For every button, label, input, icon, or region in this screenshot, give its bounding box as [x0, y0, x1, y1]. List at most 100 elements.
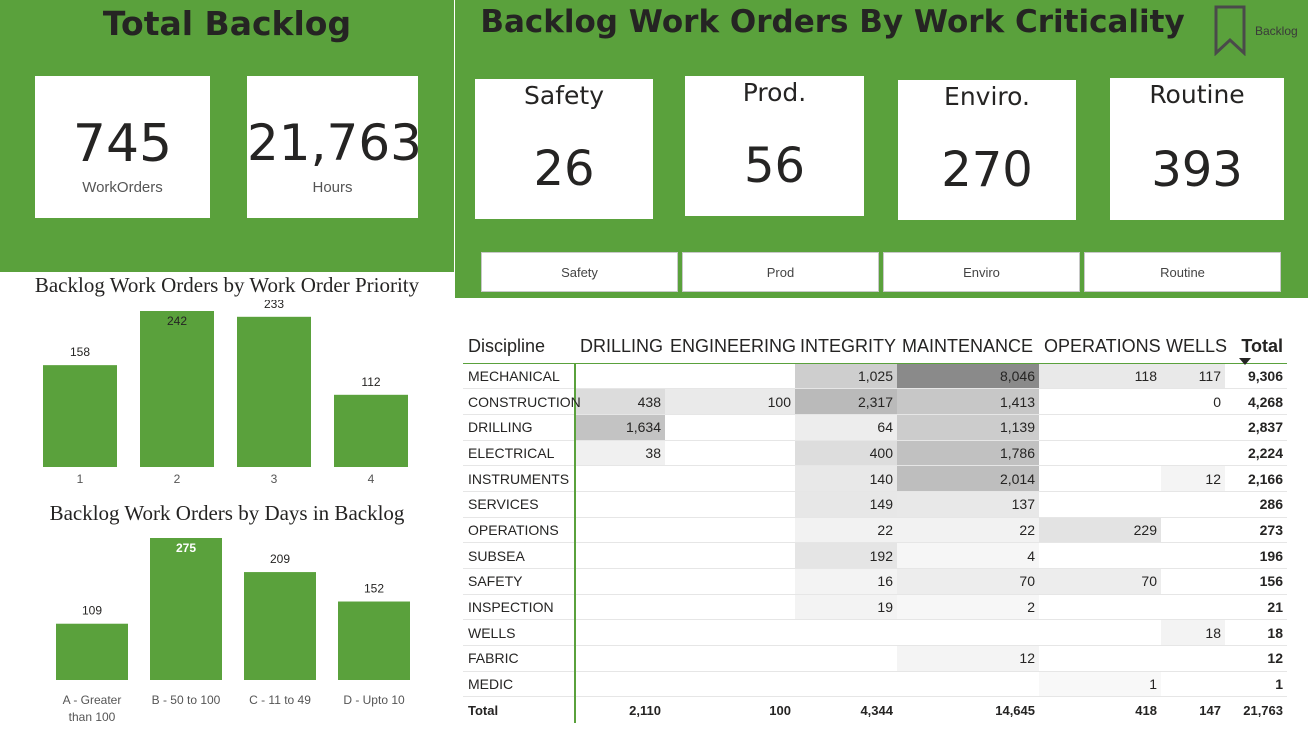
bookmark-icon[interactable]	[1213, 4, 1247, 56]
workorders-label: WorkOrders	[82, 179, 163, 196]
enviro-filter-button[interactable]: Enviro	[883, 252, 1080, 292]
table-cell: 1,413	[897, 388, 1039, 415]
data-label: 233	[264, 300, 284, 311]
hours-value: 21,763	[247, 114, 422, 172]
bar[interactable]	[338, 601, 410, 680]
hours-label: Hours	[312, 179, 353, 196]
matrix-header-operations[interactable]: OPERATIONS	[1039, 318, 1161, 364]
table-row[interactable]: FABRIC 12 12	[463, 645, 1287, 672]
bar[interactable]	[334, 394, 408, 467]
row-total: 286	[1225, 491, 1287, 518]
table-cell	[1039, 645, 1161, 672]
matrix-header-wells[interactable]: WELLS	[1161, 318, 1227, 364]
safety-card-value: 26	[533, 141, 595, 197]
bookmark-label[interactable]: Backlog	[1255, 24, 1298, 38]
table-cell	[1161, 568, 1225, 595]
table-cell	[1039, 542, 1161, 569]
column-total: 4,344	[860, 702, 893, 718]
routine-card-label: Routine	[1149, 80, 1245, 109]
enviro-card-label: Enviro.	[944, 82, 1030, 111]
table-row[interactable]: INSPECTION 19 2 21	[463, 594, 1287, 621]
row-total: 2,224	[1225, 440, 1287, 467]
row-total: 12	[1225, 645, 1287, 672]
table-cell: 38	[575, 440, 665, 467]
table-cell: 22	[897, 517, 1039, 544]
table-row[interactable]: MEDIC 1 1	[463, 671, 1287, 698]
data-label: 209	[270, 552, 290, 566]
bar[interactable]	[140, 311, 214, 467]
row-label: SUBSEA	[463, 542, 576, 569]
table-cell	[575, 363, 665, 390]
table-cell	[1161, 645, 1225, 672]
table-cell	[795, 645, 897, 672]
matrix-header-engineering[interactable]: ENGINEERING	[665, 318, 796, 364]
table-row[interactable]: ELECTRICAL 38 400 1,786 2,224	[463, 440, 1287, 467]
table-cell: 4	[897, 542, 1039, 569]
matrix-header-maintenance[interactable]: MAINTENANCE	[897, 318, 1039, 364]
table-cell	[575, 594, 665, 621]
bar[interactable]	[150, 538, 222, 680]
table-row[interactable]: CONSTRUCTION 438 100 2,317 1,413 0 4,268	[463, 388, 1287, 415]
tick-label: B - 50 to 100	[152, 693, 221, 707]
table-cell: 18	[1161, 619, 1225, 647]
table-row[interactable]: MECHANICAL 1,025 8,046 118 117 9,306	[463, 363, 1287, 390]
matrix-header-discipline[interactable]: Discipline	[463, 318, 575, 364]
bar[interactable]	[43, 365, 117, 467]
tick-label: 4	[368, 472, 375, 486]
column-total: 100	[769, 702, 791, 718]
total-row: Total 2,110 100 4,344 14,645 418 147 21,763	[463, 696, 1287, 723]
table-row[interactable]: DRILLING 1,634 64 1,139 2,837	[463, 414, 1287, 441]
routine-card-value: 393	[1151, 142, 1243, 198]
tick-label: than 100	[69, 710, 116, 724]
total-backlog-title: Total Backlog	[102, 4, 352, 43]
table-cell	[575, 517, 665, 544]
table-row[interactable]: OPERATIONS 22 22 229 273	[463, 517, 1287, 544]
safety-filter-button[interactable]: Safety	[481, 252, 678, 292]
column-total: 418	[1135, 702, 1157, 718]
criticality-title: Backlog Work Orders By Work Criticality	[480, 4, 1185, 40]
table-cell	[1161, 491, 1225, 518]
table-cell	[665, 645, 795, 672]
total-backlog-panel: Total Backlog 745 WorkOrders 21,763 Hour…	[0, 0, 454, 272]
row-label: FABRIC	[463, 645, 576, 672]
table-row[interactable]: SUBSEA 192 4 196	[463, 542, 1287, 569]
table-cell	[665, 542, 795, 569]
table-cell	[1161, 414, 1225, 441]
table-cell: 229	[1039, 517, 1161, 544]
table-cell	[1039, 619, 1161, 647]
table-cell: 400	[795, 440, 897, 467]
enviro-card-value: 270	[941, 142, 1033, 198]
row-total: 21	[1225, 594, 1287, 621]
matrix-header-drilling[interactable]: DRILLING	[575, 318, 665, 364]
table-cell	[575, 568, 665, 595]
bar[interactable]	[56, 623, 128, 680]
bar[interactable]	[244, 572, 316, 680]
table-cell	[1161, 542, 1225, 569]
routine-filter-button[interactable]: Routine	[1084, 252, 1281, 292]
bar[interactable]	[237, 316, 311, 467]
table-row[interactable]: SAFETY 16 70 70 156	[463, 568, 1287, 595]
column-total: 2,110	[629, 702, 661, 718]
total-row-label: Total	[463, 696, 576, 723]
table-row[interactable]: SERVICES 149 137 286	[463, 491, 1287, 518]
table-cell	[1161, 671, 1225, 698]
sort-descending-icon[interactable]	[1239, 357, 1251, 365]
table-cell	[1161, 517, 1225, 544]
table-cell	[575, 619, 665, 647]
table-cell: 19	[795, 594, 897, 621]
prod-filter-button[interactable]: Prod	[682, 252, 879, 292]
table-row[interactable]: WELLS 18 18	[463, 619, 1287, 647]
grand-total: 21,763	[1243, 702, 1283, 718]
table-cell	[575, 491, 665, 518]
table-cell: 0	[1161, 388, 1225, 415]
table-cell	[665, 414, 795, 441]
column-total: 14,645	[995, 702, 1035, 718]
workorders-value: 745	[72, 114, 173, 174]
row-total: 1	[1225, 671, 1287, 698]
row-label: OPERATIONS	[463, 517, 576, 544]
table-cell	[1039, 440, 1161, 467]
matrix-header-integrity[interactable]: INTEGRITY	[795, 318, 897, 364]
table-row[interactable]: INSTRUMENTS 140 2,014 12 2,166	[463, 465, 1287, 492]
routine-card: Routine 393	[1110, 78, 1284, 220]
matrix-header-total[interactable]: Total	[1225, 318, 1287, 365]
